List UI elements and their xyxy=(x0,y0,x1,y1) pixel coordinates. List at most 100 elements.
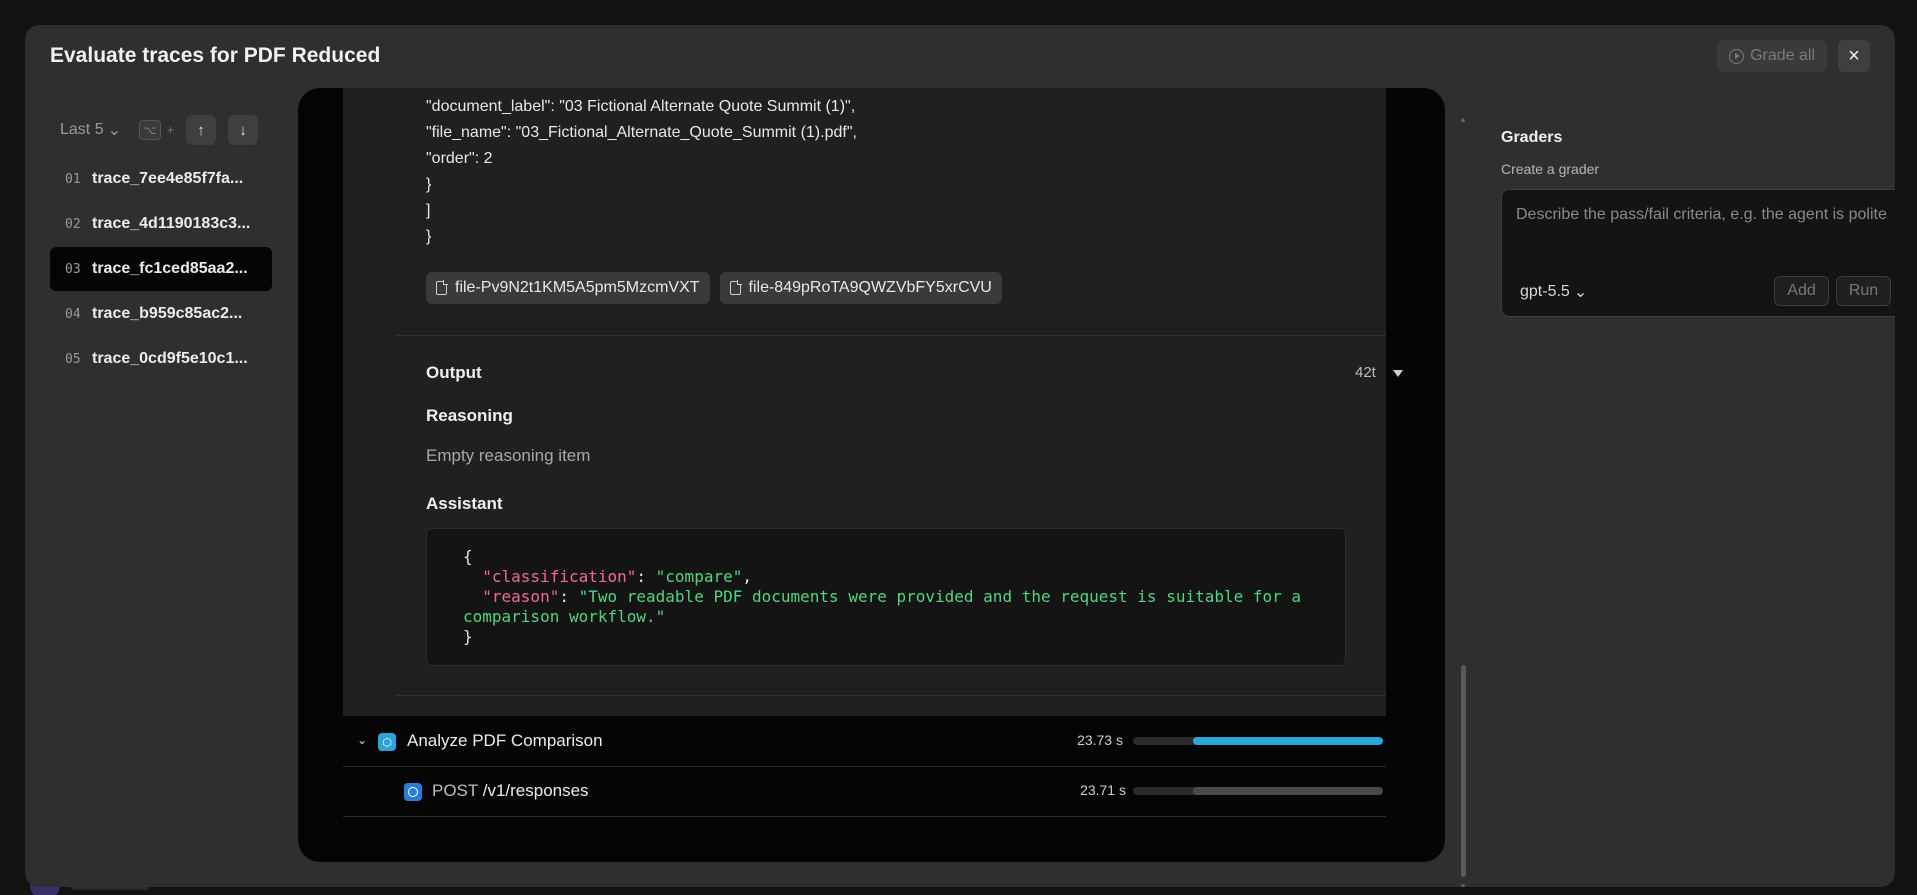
chevron-down-icon: ⌄ xyxy=(107,122,121,139)
divider xyxy=(395,695,1386,696)
cube-icon: ⬡ xyxy=(378,733,396,751)
code-key: "classification" xyxy=(482,567,637,586)
json-line: "order": 2 xyxy=(426,150,493,167)
code-brace: { xyxy=(463,547,473,566)
trace-item[interactable]: 04 trace_b959c85ac2... xyxy=(50,292,272,336)
scroll-down-icon[interactable]: ▼ xyxy=(1459,882,1467,887)
grader-criteria-input[interactable] xyxy=(1516,202,1891,262)
json-line: } xyxy=(426,176,432,193)
code-brace: } xyxy=(463,627,473,646)
trace-sidebar: Last 5 ⌄ ⌥ + ↑ ↓ 01 trace_7ee4e85f7fa...… xyxy=(50,113,272,382)
code-line: { xyxy=(463,547,1345,567)
code-line: comparison workflow." xyxy=(463,607,1345,627)
close-icon: × xyxy=(1848,44,1860,67)
caret-down-icon[interactable] xyxy=(1393,370,1403,377)
file-chip[interactable]: file-Pv9N2t1KM5A5pm5MzcmVXT xyxy=(426,272,710,304)
json-line: "file_name": "03_Fictional_Alternate_Quo… xyxy=(426,124,857,141)
trace-toolbar: Last 5 ⌄ ⌥ + ↑ ↓ xyxy=(50,113,272,147)
graders-subtitle: Create a grader xyxy=(1501,161,1600,177)
trace-number: 01 xyxy=(65,171,81,187)
trace-name: trace_fc1ced85aa2... xyxy=(92,260,248,277)
option-key-icon: ⌥ xyxy=(139,120,161,140)
input-json: "document_label": "03 Fictional Alternat… xyxy=(426,94,857,250)
graders-panel: Graders Create a grader gpt-5.5 ⌄ Add Ru… xyxy=(1501,129,1895,317)
shortcut-plus: + xyxy=(167,123,175,137)
document-icon xyxy=(729,280,742,295)
divider xyxy=(395,335,1386,336)
output-heading: Output xyxy=(426,363,482,382)
trace-name: trace_b959c85ac2... xyxy=(92,305,243,322)
assistant-heading: Assistant xyxy=(426,494,503,513)
scroll-up-icon[interactable]: ▲ xyxy=(1459,115,1467,124)
trace-number: 03 xyxy=(65,261,81,277)
arrow-down-icon: ↓ xyxy=(239,121,247,139)
chevron-down-icon[interactable]: ⌄ xyxy=(357,733,367,747)
span-duration: 23.73 s xyxy=(1077,732,1123,748)
token-count: 42t xyxy=(1355,364,1376,381)
file-id: file-Pv9N2t1KM5A5pm5MzcmVXT xyxy=(455,279,700,296)
openai-icon xyxy=(404,783,422,801)
next-trace-button[interactable]: ↓ xyxy=(228,115,259,145)
trace-name: trace_7ee4e85f7fa... xyxy=(92,170,244,187)
code-line: } xyxy=(463,627,1345,647)
span-path: /v1/responses xyxy=(482,781,589,800)
timeline-bar xyxy=(1133,737,1383,745)
file-id: file-849pRoTA9QWZVbFY5xrCVU xyxy=(748,279,992,296)
span-row[interactable]: ⌄ ⬡ Analyze PDF Comparison 23.73 s xyxy=(343,717,1386,767)
code-string: comparison workflow." xyxy=(463,607,666,626)
arrow-up-icon: ↑ xyxy=(197,121,205,139)
code-key: "reason" xyxy=(482,587,560,606)
trace-list: 01 trace_7ee4e85f7fa... 02 trace_4d11901… xyxy=(50,157,272,381)
trace-item[interactable]: 02 trace_4d1190183c3... xyxy=(50,202,272,246)
previous-trace-button[interactable]: ↑ xyxy=(186,115,217,145)
model-label: gpt-5.5 xyxy=(1520,283,1570,300)
code-line: "reason": "Two readable PDF documents we… xyxy=(482,587,1302,606)
reasoning-text: Empty reasoning item xyxy=(426,446,591,465)
trace-number: 05 xyxy=(65,351,81,367)
reasoning-heading: Reasoning xyxy=(426,406,513,425)
span-label: POST /v1/responses xyxy=(432,781,589,801)
trace-filter-select[interactable]: Last 5 ⌄ xyxy=(60,120,121,140)
trace-item-selected[interactable]: 03 trace_fc1ced85aa2... xyxy=(50,247,272,291)
span-detail-card: "document_label": "03 Fictional Alternat… xyxy=(343,88,1403,716)
trace-filter-label: Last 5 xyxy=(60,121,104,138)
file-attachments: file-Pv9N2t1KM5A5pm5MzcmVXT file-849pRoT… xyxy=(426,272,1002,304)
modal-title: Evaluate traces for PDF Reduced xyxy=(50,44,381,67)
grade-all-label: Grade all xyxy=(1750,47,1815,64)
grader-composer: gpt-5.5 ⌄ Add Run xyxy=(1501,189,1895,317)
chevron-down-icon: ⌄ xyxy=(1573,284,1588,301)
span-row[interactable]: POST /v1/responses 23.71 s xyxy=(343,767,1386,817)
grade-all-button[interactable]: Grade all xyxy=(1717,40,1827,72)
trace-number: 02 xyxy=(65,216,81,232)
timeline-bar xyxy=(1133,787,1383,795)
timeline-bar-fill xyxy=(1193,787,1383,795)
http-method: POST xyxy=(432,781,478,800)
assistant-code-block: { "classification": "compare", "reason":… xyxy=(426,528,1346,666)
evaluate-traces-modal: Evaluate traces for PDF Reduced Grade al… xyxy=(25,25,1895,887)
span-label: Analyze PDF Comparison xyxy=(407,731,603,750)
timeline-bar-fill xyxy=(1193,737,1383,745)
trace-item[interactable]: 01 trace_7ee4e85f7fa... xyxy=(50,157,272,201)
run-grader-button[interactable]: Run xyxy=(1836,276,1891,306)
close-button[interactable]: × xyxy=(1838,40,1870,72)
scrollbar-thumb[interactable] xyxy=(1461,665,1466,877)
file-chip[interactable]: file-849pRoTA9QWZVbFY5xrCVU xyxy=(719,272,1002,304)
json-line: "document_label": "03 Fictional Alternat… xyxy=(426,98,856,115)
trace-name: trace_4d1190183c3... xyxy=(92,215,251,232)
json-line: } xyxy=(426,228,432,245)
json-line: ] xyxy=(426,202,431,219)
model-select[interactable]: gpt-5.5 ⌄ xyxy=(1520,282,1587,302)
trace-name: trace_0cd9f5e10c1... xyxy=(92,350,248,367)
scrollbar[interactable]: ▲ ▼ xyxy=(1458,115,1468,887)
code-string: "compare" xyxy=(655,567,743,586)
modal-header: Evaluate traces for PDF Reduced Grade al… xyxy=(25,25,1895,89)
trace-item[interactable]: 05 trace_0cd9f5e10c1... xyxy=(50,337,272,381)
add-grader-button[interactable]: Add xyxy=(1774,276,1829,306)
graders-title: Graders xyxy=(1501,129,1563,146)
play-circle-icon xyxy=(1729,48,1745,64)
trace-number: 04 xyxy=(65,306,81,322)
code-string: "Two readable PDF documents were provide… xyxy=(578,587,1302,606)
code-line: "classification": "compare", xyxy=(482,567,752,586)
trace-detail-panel[interactable]: "document_label": "03 Fictional Alternat… xyxy=(298,88,1445,862)
document-icon xyxy=(436,280,448,295)
